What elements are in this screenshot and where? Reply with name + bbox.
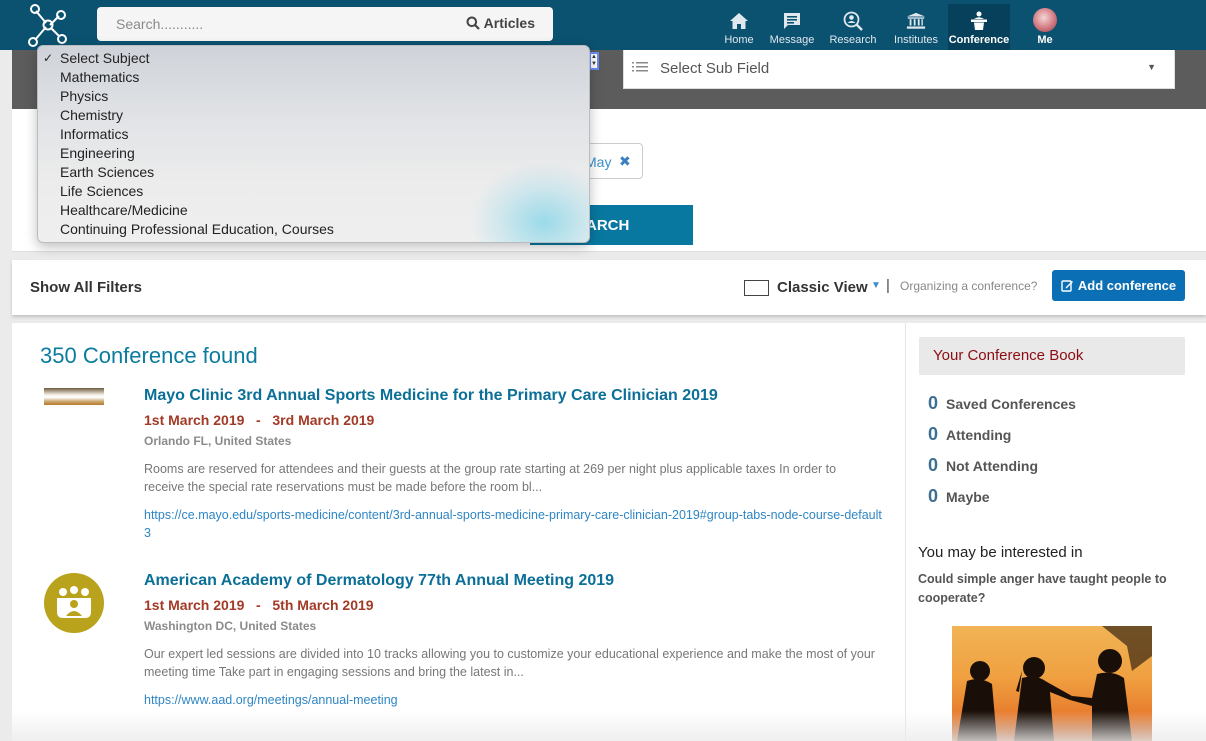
stat-not-attending[interactable]: 0 Not Attending — [928, 455, 1038, 476]
results-count: 350 Conference found — [40, 343, 258, 368]
conference-book-sidebar: Your Conference Book 0 Saved Conferences … — [906, 323, 1206, 741]
subfield-placeholder: Select Sub Field — [660, 60, 770, 77]
avatar — [1033, 8, 1057, 32]
stat-saved[interactable]: 0 Saved Conferences — [928, 393, 1076, 414]
subject-option-label: Informatics — [60, 126, 129, 142]
subject-option-label: Engineering — [60, 145, 135, 161]
subject-dropdown-menu: ✓ Select Subject Mathematics Physics Chem… — [37, 45, 590, 243]
stat-count: 0 — [928, 455, 939, 475]
site-logo[interactable] — [26, 3, 70, 47]
stat-label: Attending — [946, 427, 1012, 443]
subject-option-label: Life Sciences — [60, 183, 144, 199]
nav-message-label: Message — [769, 34, 815, 46]
group-people-icon — [57, 586, 91, 618]
main-nav: Home Message Research Institutes Confere… — [716, 4, 1080, 50]
interest-article-image[interactable] — [952, 626, 1152, 741]
caret-down-icon[interactable]: ▼ — [871, 280, 881, 291]
articles-search-button[interactable]: Articles — [466, 15, 535, 31]
search-icon — [466, 16, 480, 30]
institutes-icon — [906, 11, 926, 31]
classic-view-dropdown[interactable]: Classic View — [777, 279, 868, 296]
conference-title-link[interactable]: Mayo Clinic 3rd Annual Sports Medicine f… — [144, 387, 718, 405]
subject-option-label: Physics — [60, 88, 109, 104]
research-icon — [843, 11, 863, 31]
filters-toolbar: Show All Filters Classic View ▼ | Organi… — [12, 260, 1206, 315]
stat-maybe[interactable]: 0 Maybe — [928, 486, 990, 507]
stat-count: 0 — [928, 424, 939, 444]
add-conference-button[interactable]: Add conference — [1052, 270, 1185, 301]
stat-label: Saved Conferences — [946, 396, 1076, 412]
conference-description: Our expert led sessions are divided into… — [144, 647, 875, 679]
nav-institutes[interactable]: Institutes — [884, 4, 948, 50]
subject-option-label: Mathematics — [60, 69, 140, 85]
children-silhouette-image — [957, 626, 1152, 741]
nav-me-label: Me — [1037, 34, 1053, 46]
subject-option[interactable]: Earth Sciences — [38, 163, 154, 182]
conference-dates: 1st March 2019 - 5th March 2019 — [144, 597, 374, 613]
conference-location: Washington DC, United States — [144, 619, 317, 633]
nav-research[interactable]: Research — [822, 4, 884, 50]
conference-location: Orlando FL, United States — [144, 434, 292, 448]
conference-url-link[interactable]: https://ce.mayo.edu/sports-medicine/cont… — [144, 506, 884, 542]
nav-conference[interactable]: Conference — [948, 4, 1010, 50]
stat-label: Maybe — [946, 489, 990, 505]
conference-thumbnail[interactable] — [44, 388, 104, 405]
conference-thumbnail[interactable] — [44, 573, 104, 633]
conference-description: Rooms are reserved for attendees and the… — [144, 462, 837, 494]
search-box: Articles — [97, 7, 553, 41]
search-input[interactable] — [97, 7, 457, 41]
list-icon — [632, 61, 648, 80]
nav-me[interactable]: Me — [1010, 4, 1080, 50]
subject-option[interactable]: Healthcare/Medicine — [38, 201, 188, 220]
subject-option[interactable]: Mathematics — [38, 68, 139, 87]
divider: | — [886, 277, 890, 294]
chevron-down-icon: ▼ — [1147, 62, 1156, 72]
nav-home-label: Home — [724, 34, 754, 46]
stat-count: 0 — [928, 393, 939, 413]
nav-home[interactable]: Home — [716, 4, 762, 50]
conference-title-link[interactable]: American Academy of Dermatology 77th Ann… — [144, 572, 614, 590]
subject-select-stepper[interactable]: ▲ ▼ — [589, 52, 599, 70]
articles-label: Articles — [483, 15, 535, 31]
stat-count: 0 — [928, 486, 939, 506]
top-navbar: Articles Home Message Research Institute… — [0, 0, 1206, 50]
edit-icon — [1061, 280, 1073, 292]
add-conference-label: Add conference — [1077, 278, 1177, 293]
subject-option[interactable]: Engineering — [38, 144, 135, 163]
show-all-filters-button[interactable]: Show All Filters — [30, 279, 142, 296]
nav-research-label: Research — [829, 34, 877, 46]
view-toggle-icon[interactable] — [744, 280, 769, 296]
home-icon — [729, 11, 749, 31]
nav-message[interactable]: Message — [762, 4, 822, 50]
subject-option[interactable]: Physics — [38, 87, 108, 106]
interest-article-link[interactable]: Could simple anger have taught people to… — [918, 570, 1193, 608]
close-icon[interactable]: ✖ — [619, 153, 631, 170]
subject-option[interactable]: Continuing Professional Education, Cours… — [38, 220, 334, 239]
message-icon — [782, 11, 802, 31]
conference-podium-icon — [969, 11, 989, 31]
molecule-logo-icon — [28, 4, 67, 47]
nav-conference-label: Conference — [948, 34, 1010, 46]
subject-option[interactable]: Life Sciences — [38, 182, 143, 201]
interest-heading: You may be interested in — [918, 544, 1083, 561]
subject-option-label: Continuing Professional Education, Cours… — [60, 221, 334, 237]
checkmark-icon: ✓ — [43, 51, 54, 65]
subject-option-label: Chemistry — [60, 107, 124, 123]
subject-option-label: Healthcare/Medicine — [60, 202, 188, 218]
subject-option[interactable]: Chemistry — [38, 106, 123, 125]
stat-label: Not Attending — [946, 458, 1039, 474]
conference-dates: 1st March 2019 - 3rd March 2019 — [144, 412, 375, 428]
conference-url-link[interactable]: https://www.aad.org/meetings/annual-meet… — [144, 691, 884, 709]
subfield-select[interactable]: Select Sub Field ▼ — [623, 50, 1175, 89]
subject-option[interactable]: ✓ Select Subject — [38, 49, 150, 68]
conference-book-header: Your Conference Book — [919, 337, 1185, 375]
conference-book-title: Your Conference Book — [933, 347, 1084, 364]
stat-attending[interactable]: 0 Attending — [928, 424, 1011, 445]
nav-institutes-label: Institutes — [893, 34, 939, 46]
subject-option-label: Select Subject — [60, 50, 150, 66]
subject-option-label: Earth Sciences — [60, 164, 155, 180]
subject-option[interactable]: Informatics — [38, 125, 128, 144]
organizing-text: Organizing a conference? — [900, 279, 1038, 293]
results-panel: 350 Conference found Mayo Clinic 3rd Ann… — [12, 323, 906, 741]
